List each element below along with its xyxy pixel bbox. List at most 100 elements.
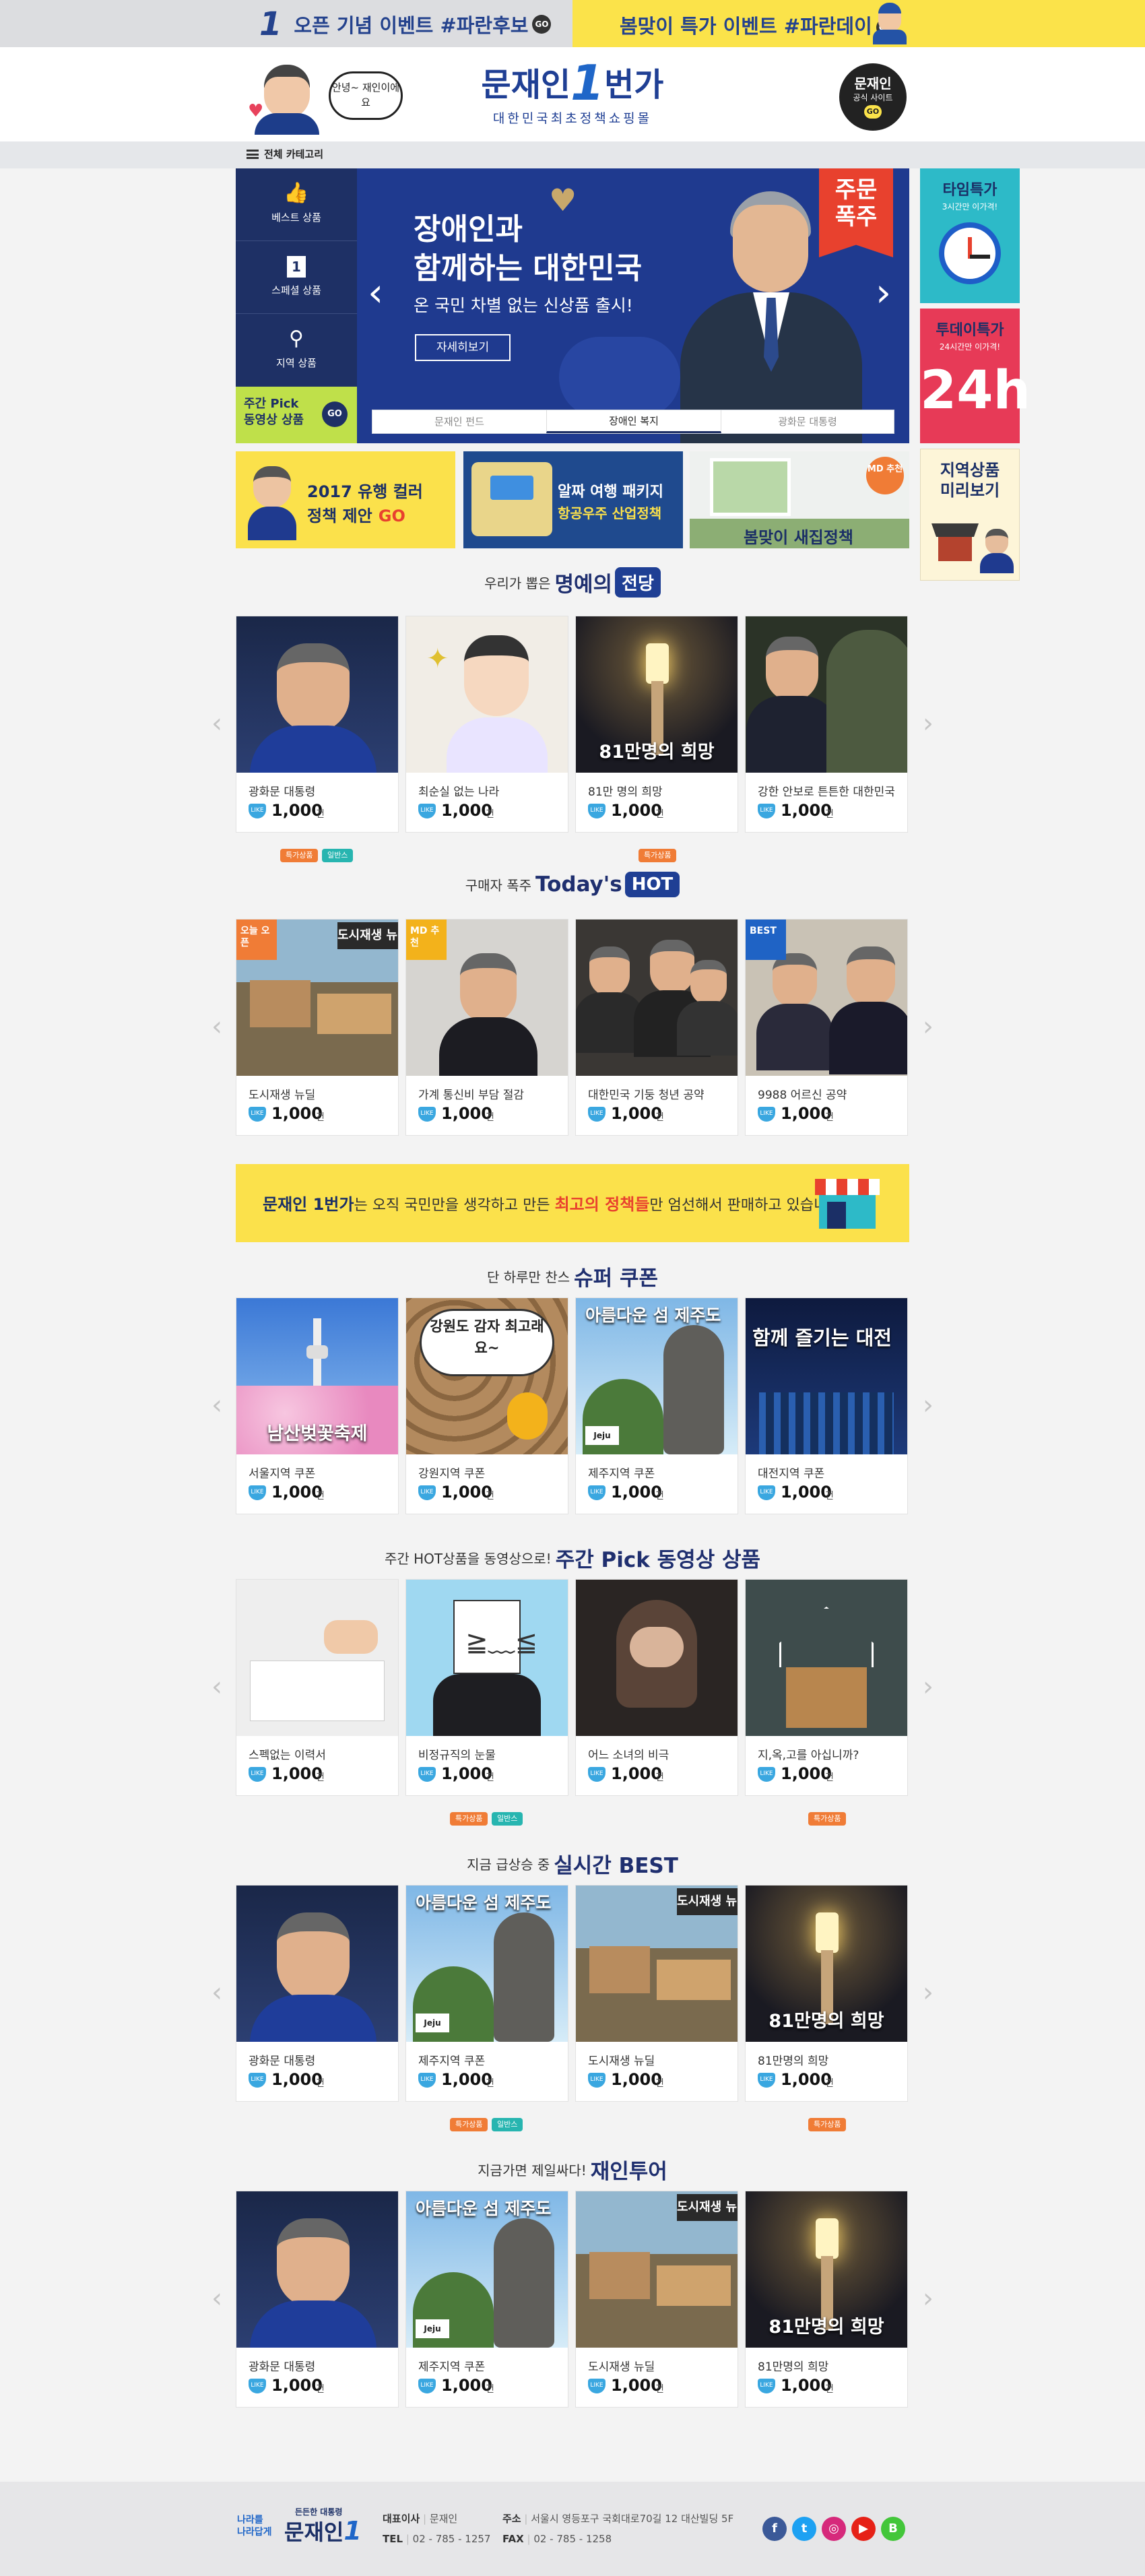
product-card[interactable]: 대한민국 기둥 청년 공약 LIKE 1,000 건: [575, 919, 738, 1136]
section-heading: 명예의: [554, 573, 613, 597]
hero-tab[interactable]: 광화문 대통령: [721, 410, 894, 433]
twitter-icon[interactable]: t: [792, 2517, 816, 2541]
site-logo[interactable]: 문재인1번가 대한민국최초정책쇼핑몰: [471, 59, 674, 135]
product-card[interactable]: 스펙없는 이력서 LIKE 1,000 건: [236, 1579, 399, 1796]
product-name: 도시재생 뉴딜: [588, 2055, 655, 2068]
product-card[interactable]: ✦ 최순실 없는 나라 LIKE 1,000 건: [405, 616, 568, 833]
image-caption: 남산벚꽃축제: [267, 1423, 368, 1444]
like-heart-icon[interactable]: LIKE: [418, 1107, 436, 1122]
product-card[interactable]: 강원도 감자 최고래요~ 강원지역 쿠폰 LIKE 1,000 건: [405, 1297, 568, 1514]
like-heart-icon[interactable]: LIKE: [758, 2379, 775, 2393]
product-card[interactable]: 광화문 대통령 LIKE 1,000 건: [236, 616, 399, 833]
instagram-icon[interactable]: ◎: [822, 2517, 846, 2541]
promo-new-home[interactable]: 봄맞이 새집정책 MD 추천: [690, 451, 909, 548]
product-card[interactable]: 도시재생 뉴딜도시재생 뉴딜LIKE1,000건: [575, 1885, 738, 2102]
like-heart-icon[interactable]: LIKE: [418, 2379, 436, 2393]
hero-tab-active[interactable]: 장애인 복지: [546, 410, 721, 433]
promo-travel-package[interactable]: 알짜 여행 패키지 항공우주 산업정책: [463, 451, 683, 548]
like-heart-icon[interactable]: LIKE: [418, 1767, 436, 1782]
like-heart-icon[interactable]: LIKE: [418, 2073, 436, 2088]
product-card[interactable]: 81만명의 희망 81만명의 희망 LIKE 1,000 건: [745, 2191, 908, 2408]
like-heart-icon[interactable]: LIKE: [418, 804, 436, 818]
product-image: [236, 2191, 398, 2348]
side-menu-special[interactable]: 1 스페셜 상품: [236, 241, 357, 314]
like-heart-icon[interactable]: LIKE: [758, 1107, 775, 1122]
carousel-next-arrow[interactable]: ›: [921, 1673, 935, 1700]
footer: 나라를 나라답게 든든한 대통령 문재인1 대표이사 | 문재인 TEL | 0…: [0, 2482, 1145, 2576]
today-deal-banner[interactable]: 투데이특가 24시간만 이가격! 24h: [920, 309, 1030, 443]
youtube-icon[interactable]: ▶: [851, 2517, 876, 2541]
carousel-prev-arrow[interactable]: ‹: [210, 1979, 224, 2006]
weekly-pick-button[interactable]: 주간 Pick 동영상 상품 GO: [236, 387, 357, 443]
product-card[interactable]: 남산벚꽃축제 서울지역 쿠폰 LIKE 1,000 건: [236, 1297, 399, 1514]
product-card[interactable]: 도시재생 뉴딜오늘 오픈도시재생 뉴딜 LIKE 1,000건: [236, 919, 399, 1136]
carousel-next-arrow[interactable]: ›: [921, 2285, 935, 2312]
hero-banner[interactable]: ♥ 장애인과 함께하는 대한민국 온 국민 차별 없는 신상품 출시! 자세히보…: [357, 168, 909, 443]
like-heart-icon[interactable]: LIKE: [588, 2073, 606, 2088]
like-heart-icon[interactable]: LIKE: [588, 1107, 606, 1122]
region-preview-banner[interactable]: 지역상품 미리보기: [920, 449, 1020, 581]
promo-color-policy[interactable]: 2017 유행 컬러 정책 제안 GO: [236, 451, 455, 548]
product-card[interactable]: BEST 9988 어르신 공약 LIKE 1,000 건: [745, 919, 908, 1136]
carousel-next-arrow[interactable]: ›: [921, 710, 935, 737]
like-heart-icon[interactable]: LIKE: [588, 804, 606, 818]
like-heart-icon[interactable]: LIKE: [758, 2073, 775, 2088]
carousel-next-arrow[interactable]: ›: [921, 1013, 935, 1040]
like-heart-icon[interactable]: LIKE: [758, 804, 775, 818]
md-recommend-badge: MD 추천: [866, 457, 904, 494]
product-image: 아름다운 섬 제주도 Jeju: [406, 2191, 568, 2348]
event-banner-opening[interactable]: 1 오픈 기념 이벤트 #파란후보 GO: [259, 5, 552, 43]
product-card[interactable]: 아름다운 섬 제주도 Jeju 제주지역 쿠폰 LIKE 1,000 건: [405, 2191, 568, 2408]
product-card[interactable]: 지,옥,고를 아십니까? LIKE 1,000 건: [745, 1579, 908, 1796]
side-menu-region[interactable]: ⚲ 지역 상품: [236, 314, 357, 387]
carousel-next-arrow[interactable]: ›: [921, 1392, 935, 1419]
hero-next-arrow[interactable]: ›: [876, 269, 891, 315]
carousel-prev-arrow[interactable]: ‹: [210, 1392, 224, 1419]
blog-icon[interactable]: B: [881, 2517, 905, 2541]
hero-prev-arrow[interactable]: ‹: [368, 269, 383, 315]
like-heart-icon[interactable]: LIKE: [249, 1107, 266, 1122]
product-card[interactable]: 도시재생 뉴딜도시재생 뉴딜LIKE1,000건: [575, 2191, 738, 2408]
official-site-button[interactable]: 문재인 공식 사이트 GO: [839, 63, 907, 131]
carousel-prev-arrow[interactable]: ‹: [210, 710, 224, 737]
side-menu-best[interactable]: 👍 베스트 상품: [236, 168, 357, 241]
product-card[interactable]: 광화문 대통령 LIKE 1,000 건: [236, 1885, 399, 2102]
facebook-icon[interactable]: f: [762, 2517, 787, 2541]
product-card[interactable]: 아름다운 섬 제주도 Jeju 제주지역 쿠폰 LIKE 1,000 건: [405, 1885, 568, 2102]
detail-button[interactable]: 자세히보기: [415, 334, 511, 361]
logo-subtitle: 대한민국최초정책쇼핑몰: [492, 111, 653, 126]
product-card[interactable]: 함께 즐기는 대전 대전지역 쿠폰 LIKE 1,000 건: [745, 1297, 908, 1514]
like-heart-icon[interactable]: LIKE: [249, 1485, 266, 1500]
location-pin-icon: ⚲: [289, 327, 304, 350]
event-banner-spring[interactable]: 봄맞이 특가 이벤트 #파란데이GO: [620, 11, 895, 39]
like-heart-icon[interactable]: LIKE: [758, 1485, 775, 1500]
like-heart-icon[interactable]: LIKE: [249, 1767, 266, 1782]
carousel-prev-arrow[interactable]: ‹: [210, 1013, 224, 1040]
section-heading: 재인투어: [590, 2160, 667, 2184]
like-heart-icon[interactable]: LIKE: [758, 1767, 775, 1782]
product-card[interactable]: 81만명의 희망 81만 명의 희망 LIKE 1,000 건: [575, 616, 738, 833]
go-icon: GO: [322, 401, 348, 427]
all-category-button[interactable]: 전체 카테고리: [247, 147, 323, 163]
product-card[interactable]: 아름다운 섬 제주도 Jeju 제주지역 쿠폰 LIKE 1,000 건: [575, 1297, 738, 1514]
like-heart-icon[interactable]: LIKE: [249, 2379, 266, 2393]
product-card[interactable]: 어느 소녀의 비극 LIKE 1,000 건: [575, 1579, 738, 1796]
product-card[interactable]: 81만명의 희망 81만명의 희망 LIKE 1,000 건: [745, 1885, 908, 2102]
like-unit: 건: [486, 1772, 494, 1783]
like-heart-icon[interactable]: LIKE: [249, 2073, 266, 2088]
time-deal-banner[interactable]: 타임특가 3시간만 이가격!: [920, 168, 1020, 303]
image-caption: 81만명의 희망: [768, 2011, 884, 2032]
product-card[interactable]: ≧﹏≦ 비정규직의 눈물 LIKE 1,000 건: [405, 1579, 568, 1796]
product-card[interactable]: 광화문 대통령 LIKE 1,000 건: [236, 2191, 399, 2408]
like-heart-icon[interactable]: LIKE: [418, 1485, 436, 1500]
product-card[interactable]: MD 추천 가계 통신비 부담 절감 LIKE 1,000 건: [405, 919, 568, 1136]
carousel-prev-arrow[interactable]: ‹: [210, 2285, 224, 2312]
hero-tab[interactable]: 문재인 펀드: [372, 410, 546, 433]
carousel-prev-arrow[interactable]: ‹: [210, 1673, 224, 1700]
like-heart-icon[interactable]: LIKE: [588, 1485, 606, 1500]
like-heart-icon[interactable]: LIKE: [249, 804, 266, 818]
product-card[interactable]: 강한 안보로 튼튼한 대한민국 LIKE 1,000 건: [745, 616, 908, 833]
carousel-next-arrow[interactable]: ›: [921, 1979, 935, 2006]
like-heart-icon[interactable]: LIKE: [588, 1767, 606, 1782]
like-heart-icon[interactable]: LIKE: [588, 2379, 606, 2393]
